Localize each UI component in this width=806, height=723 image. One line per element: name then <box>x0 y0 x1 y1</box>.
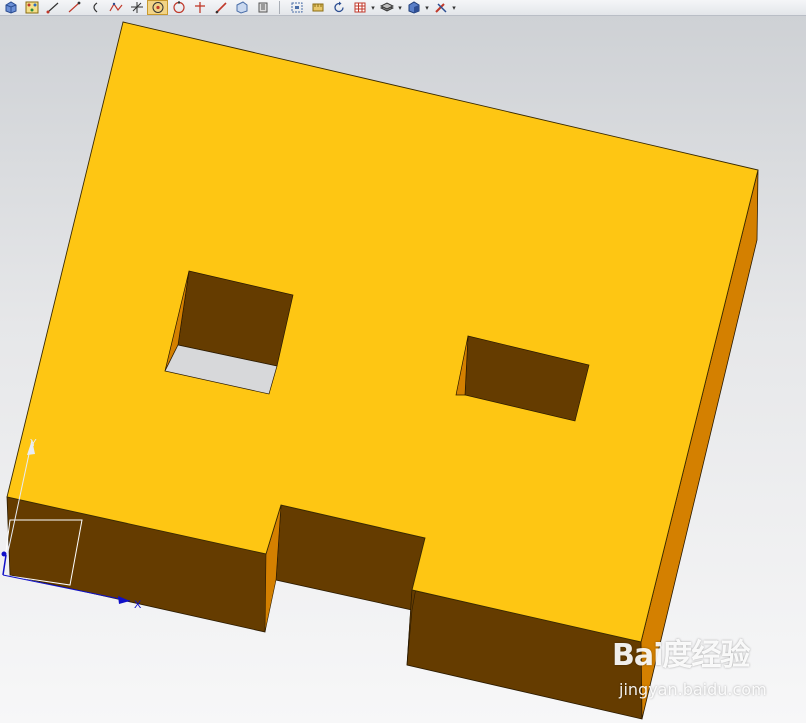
view-cube-icon[interactable] <box>231 0 252 15</box>
pen-icon[interactable] <box>210 0 231 15</box>
point-icon[interactable] <box>147 0 168 15</box>
render-style-icon[interactable] <box>376 0 397 15</box>
tools-icon[interactable] <box>430 0 451 15</box>
line-icon[interactable] <box>42 0 63 15</box>
shade-icon[interactable] <box>403 0 424 15</box>
layer-icon[interactable] <box>252 0 273 15</box>
rotate-icon[interactable] <box>328 0 349 15</box>
solid-icon[interactable] <box>0 0 21 15</box>
watermark-logo: Bai度经验 <box>612 638 750 673</box>
triad-y-label: Y <box>30 438 37 449</box>
triad-x-label: X <box>134 599 142 611</box>
3d-viewport[interactable]: X Y <box>0 16 806 723</box>
top-toolbar: ▾ ▾ ▾ ▾ <box>0 0 806 16</box>
model-canvas[interactable]: X Y <box>0 16 806 723</box>
triad-origin <box>1 551 7 557</box>
tools-dropdown[interactable]: ▾ <box>451 0 457 15</box>
arc-icon[interactable] <box>84 0 105 15</box>
trim-icon[interactable] <box>126 0 147 15</box>
cross-icon[interactable] <box>189 0 210 15</box>
pattern-icon[interactable] <box>21 0 42 15</box>
grid-icon[interactable] <box>349 0 370 15</box>
spline-icon[interactable] <box>63 0 84 15</box>
cad-application: ▾ ▾ ▾ ▾ X Y Bai度经验 jingyan.baidu.com <box>0 0 806 723</box>
toolbar-separator <box>279 1 280 14</box>
circle-icon[interactable] <box>168 0 189 15</box>
zoom-fit-icon[interactable] <box>286 0 307 15</box>
measure-icon[interactable] <box>307 0 328 15</box>
baidu-watermark: Bai度经验 jingyan.baidu.com <box>612 630 782 710</box>
watermark-url: jingyan.baidu.com <box>619 680 767 699</box>
polyline-icon[interactable] <box>105 0 126 15</box>
